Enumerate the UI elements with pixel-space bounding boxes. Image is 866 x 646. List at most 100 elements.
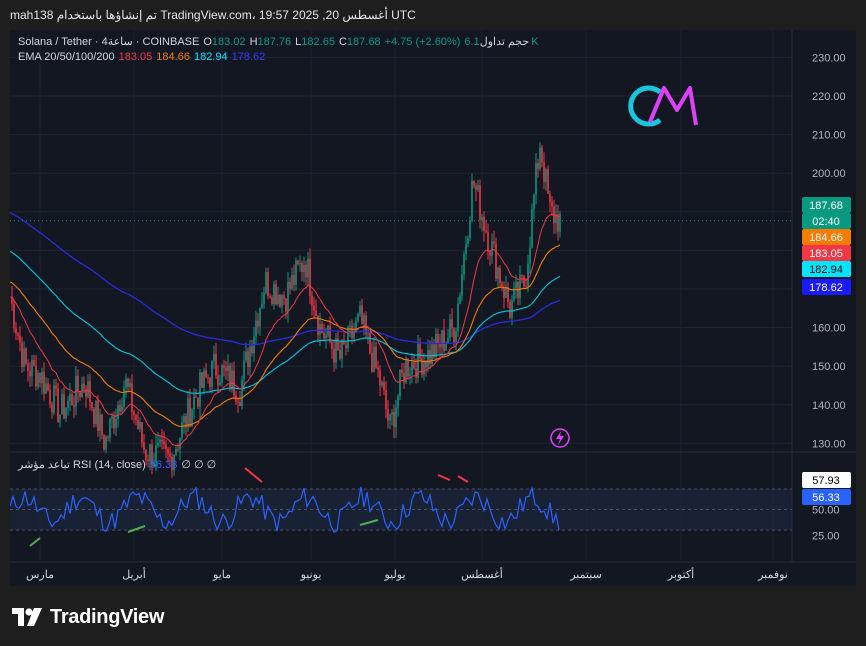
candle-body [135,415,137,421]
y-tick-label: 130.00 [812,438,846,450]
candle-body [491,241,493,256]
y-tick-label: 160.00 [812,323,846,335]
candle-body [267,271,269,297]
candle-body [335,338,337,363]
candle-body [101,414,103,436]
candle-body [195,396,197,398]
candle-body [457,303,459,332]
price-tag-text: 178.62 [809,282,843,294]
candle-body [533,194,535,209]
candle-body [331,342,333,349]
candle-body [221,365,223,383]
rsi-bearish-divergence [437,474,451,481]
candle-body [55,385,57,389]
candle-body [341,340,343,359]
candle-body [535,163,537,195]
candle-body [493,241,495,244]
candle-body [277,294,279,305]
chart-frame[interactable]: 130.00140.00150.00160.00170.00180.00190.… [10,30,856,586]
candle-body [301,262,303,272]
candle-body [45,383,47,394]
candle-body [319,324,321,335]
candle-body [395,407,397,428]
candle-body [459,295,461,304]
candle-body [233,370,235,396]
candle-body [473,180,475,187]
candle-body [249,346,251,368]
x-tick-label: نوفمبر [757,569,788,581]
candle-body [129,383,131,387]
candle-body [245,351,247,361]
candle-body [167,449,169,454]
candle-body [441,330,443,348]
candle-body [13,303,15,329]
candle-body [187,398,189,428]
candle-body [199,372,201,407]
candle-body [399,369,401,397]
x-tick-label: مايو [212,569,231,581]
candle-body [379,370,381,386]
candle-body [87,381,89,397]
candle-body [261,303,263,308]
candle-body [91,402,93,409]
candle-body [275,283,277,305]
h-value: 187.76 [257,36,292,48]
candle-body [263,292,265,304]
candle-body [391,412,393,415]
candle-body [279,294,281,307]
candle-body [61,394,63,415]
candle-body [285,298,287,312]
candle-body [325,335,327,339]
candle-body [213,353,215,361]
candle-body [451,319,453,329]
candle-body [85,388,87,397]
candle-body [63,394,65,419]
candle-body [107,436,109,438]
candle-body [127,378,129,387]
candle-body [53,385,55,413]
candle-body [435,333,437,358]
rsi-tick-label: 50.00 [812,505,840,517]
candle-body [25,348,27,364]
symbol-label[interactable]: Solana / Tether · 4ساعة · COINBASE [18,36,199,48]
candle-body [369,333,371,353]
candle-body [427,350,429,368]
candle-body [477,185,479,190]
candle-body [121,406,123,412]
candle-body [371,352,373,372]
candle-body [225,367,227,371]
candle-body [189,398,191,427]
ema100-value: 182.94 [193,51,228,63]
candle-body [209,378,211,387]
price-tag-text: 187.68 [809,200,843,212]
candle-body [463,253,465,274]
candle-body [293,274,295,285]
y-tick-label: 230.00 [812,52,846,64]
candle-body [193,396,195,410]
rsi-tick-label: 25.00 [812,530,840,542]
brand-logo: TradingView [10,604,164,630]
candle-body [507,287,509,303]
candle-body [305,264,307,278]
candle-body [339,349,341,359]
candle-body [71,394,73,406]
candle-body [483,216,485,231]
candle-body [291,274,293,289]
candle-body [519,274,521,298]
candle-body [157,442,159,446]
candle-body [503,287,505,298]
candle-body [385,390,387,410]
candle-body [223,365,225,368]
candle-body [495,243,497,279]
rsi-label[interactable]: تباعد مؤشر RSI (14, close) [18,459,146,471]
candle-body [515,281,517,288]
price-chart[interactable]: 130.00140.00150.00160.00170.00180.00190.… [10,30,856,586]
candle-body [73,405,75,407]
ema-label[interactable]: EMA 20/50/100/200 [18,51,115,63]
candle-body [377,367,379,371]
y-tick-label: 200.00 [812,168,846,180]
x-tick-label: أغسطس [461,567,503,581]
candle-body [203,370,205,388]
candle-body [161,439,163,442]
candle-body [447,338,449,343]
